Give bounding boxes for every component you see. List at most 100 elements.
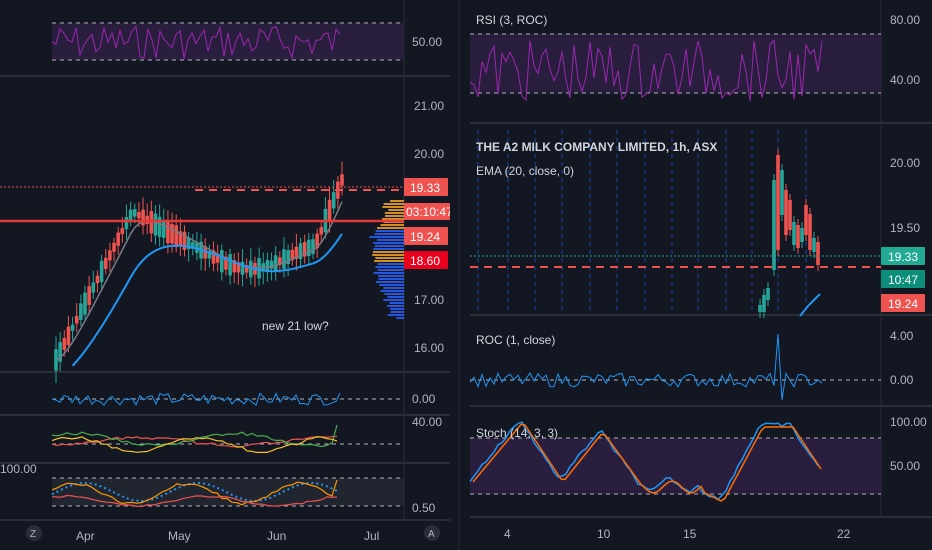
countdown-badge: 10:47 <box>881 270 925 288</box>
volume-profile-bar <box>387 296 404 298</box>
svg-text:19.24: 19.24 <box>888 297 918 311</box>
time-label: 10 <box>597 527 611 541</box>
candle-body <box>311 239 315 255</box>
left-dmi-pane: 40.00 <box>51 415 442 454</box>
volume-profile-bar <box>390 200 404 202</box>
price-axis-label: 21.00 <box>414 99 444 113</box>
candle-body <box>153 213 158 236</box>
candle-body <box>79 303 83 320</box>
candle-body <box>91 282 96 293</box>
volume-profile-bar <box>383 203 404 205</box>
svg-text:19.33: 19.33 <box>410 181 440 195</box>
volume-profile-bar <box>375 281 404 283</box>
candle-body <box>804 205 808 235</box>
rsi-axis-label: 40.00 <box>890 73 920 87</box>
candle-body <box>161 220 166 238</box>
svg-text:19.24: 19.24 <box>410 230 440 244</box>
volume-profile-bar <box>372 254 404 256</box>
volume-profile-bar <box>376 239 404 241</box>
volume-profile-bar <box>389 302 404 304</box>
left-logo-badge[interactable]: Z <box>26 525 42 541</box>
price-axis-label: 20.00 <box>414 147 444 161</box>
volume-profile-bar <box>377 227 404 229</box>
symbol-title: THE A2 MILK COMPANY LIMITED, 1h, ASX <box>476 140 717 154</box>
candle-body <box>808 214 812 250</box>
volume-profile-bar <box>384 212 404 214</box>
candle-body <box>166 219 170 244</box>
osc-axis-label: 40.00 <box>412 415 442 429</box>
chart-workspace[interactable]: 50.00 new 21 low? 21.00 20.00 17.00 16.0… <box>0 0 932 550</box>
volume-profile-bar <box>385 215 404 217</box>
price-axis-label: 17.00 <box>414 293 444 307</box>
price-axis-label: 16.00 <box>414 341 444 355</box>
candle-body <box>800 228 804 242</box>
left-osc2-pane: 100.00 0.50 <box>0 462 436 515</box>
right-time-axis[interactable]: 4 10 15 22 <box>504 527 851 541</box>
left-chart[interactable]: 50.00 new 21 low? 21.00 20.00 17.00 16.0… <box>0 0 457 543</box>
volume-profile-bar <box>384 293 404 295</box>
candle-body <box>319 226 324 235</box>
volume-profile-bar <box>390 311 404 313</box>
volume-profile-bar <box>387 305 404 307</box>
candle-body <box>780 170 784 215</box>
volume-profile-bar <box>389 308 404 310</box>
volume-profile-bar <box>381 218 404 220</box>
left-candles <box>54 161 344 384</box>
candle-body <box>66 326 71 346</box>
level-badge-18-60: 18.60 <box>404 251 448 269</box>
svg-text:18.60: 18.60 <box>410 254 440 268</box>
time-label: Jun <box>267 529 286 543</box>
osc-green-line <box>51 424 338 448</box>
time-label: 15 <box>683 527 697 541</box>
osc2-axis-label-left: 100.00 <box>0 462 37 476</box>
candle-body <box>766 288 770 300</box>
candle-body <box>340 174 344 186</box>
time-label: May <box>168 529 191 543</box>
candle-body <box>219 250 224 273</box>
roc-axis-label: 0.00 <box>412 392 436 406</box>
right-candles <box>758 149 820 318</box>
candle-body <box>762 295 766 312</box>
candle-body <box>282 249 286 269</box>
session-breaks <box>477 130 807 312</box>
svg-text:03:10:47: 03:10:47 <box>406 205 453 219</box>
candle-body <box>112 242 116 252</box>
ema-line <box>799 293 821 317</box>
osc2-axis-label: 0.50 <box>412 501 436 515</box>
right-logo-badge[interactable]: A <box>424 525 440 541</box>
volume-profile-bar <box>377 263 404 265</box>
candle-body <box>87 286 91 305</box>
price-axis-label: 20.00 <box>890 156 920 170</box>
left-time-axis[interactable]: Apr May Jun Jul <box>76 529 379 543</box>
left-rsi-pane: 50.00 <box>51 22 442 61</box>
stoch-title: Stoch (14, 3, 3) <box>476 426 558 440</box>
candle-body <box>788 200 792 230</box>
level-badge-19-24: 19.24 <box>881 294 925 312</box>
roc-axis-label: 4.00 <box>890 329 914 343</box>
time-label: 4 <box>504 527 511 541</box>
chart-annotation: new 21 low? <box>262 319 329 333</box>
ema-title: EMA (20, close, 0) <box>476 164 574 178</box>
volume-profile-bar <box>375 230 404 232</box>
volume-profile-bar <box>372 251 404 253</box>
candle-body <box>128 209 133 221</box>
volume-profile-bar <box>383 299 404 301</box>
volume-profile-bar <box>383 287 404 289</box>
volume-profile-bar <box>377 269 404 271</box>
candle-body <box>124 217 129 230</box>
left-rsi-axis-label: 50.00 <box>412 35 442 49</box>
candle-body <box>327 199 332 222</box>
volume-profile-bar <box>379 284 404 286</box>
volume-profile-bar <box>387 314 404 316</box>
candle-body <box>307 239 311 256</box>
right-chart[interactable]: RSI (3, ROC) 80.00 40.00 THE A2 MILK COM… <box>424 0 932 541</box>
right-roc-pane: ROC (1, close) 4.00 0.00 <box>469 329 914 401</box>
candle-body <box>137 211 141 219</box>
stoch-axis-label: 100.00 <box>890 415 927 429</box>
candle-body <box>796 225 800 248</box>
candle-body <box>83 292 87 315</box>
last-price-badge: 19.33 <box>404 178 448 196</box>
candle-body <box>269 260 274 269</box>
volume-profile-bar <box>373 272 404 274</box>
svg-text:19.33: 19.33 <box>888 250 918 264</box>
